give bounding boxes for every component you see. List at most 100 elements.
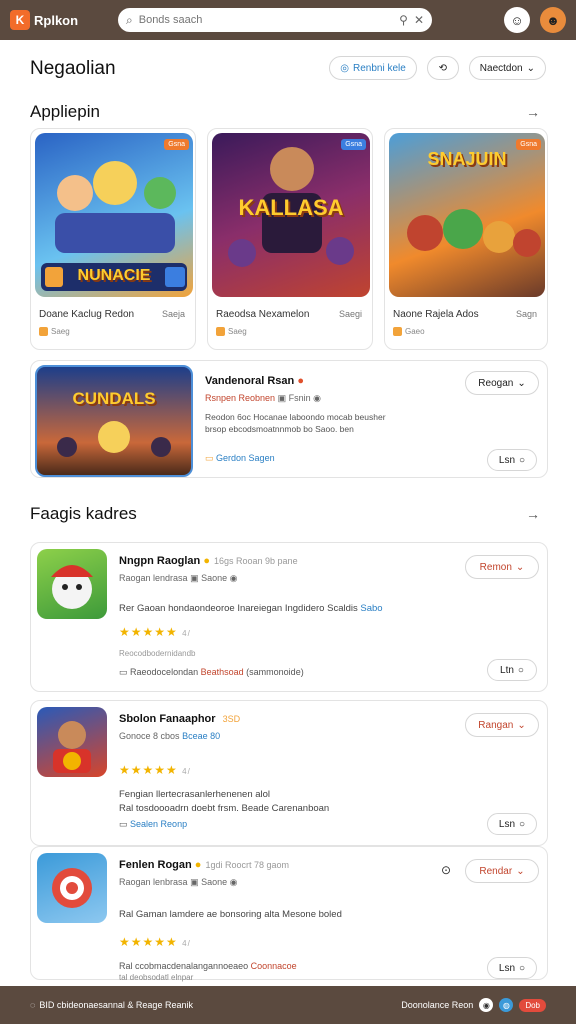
circle-icon: ○ [519, 962, 526, 974]
action-dropdown[interactable]: Rendar ⌄ [465, 859, 539, 883]
app-description: Rer Gaoan hondaondeoroe Inareiegan Ingdi… [119, 603, 383, 614]
art-title: NUNACIE [77, 267, 151, 284]
search-submit-icon[interactable]: ⚲ [399, 13, 408, 27]
search-input[interactable] [138, 14, 394, 26]
circle-icon: ○ [519, 454, 526, 466]
tag-icon [39, 327, 48, 336]
game-name: Naone Rajela Ados [393, 309, 479, 320]
globe-icon[interactable]: ◍ [499, 998, 514, 1012]
app-title: Sbolon Fanaaphor 3SD [119, 713, 241, 725]
circle-icon: ○ [517, 664, 524, 676]
action-dropdown[interactable]: Rangan ⌄ [465, 713, 539, 737]
radio-icon[interactable]: ⊙ [441, 863, 451, 877]
badge: Gsna [516, 139, 541, 150]
search-bar[interactable]: ⌕ ⚲ ✕ [118, 8, 432, 32]
circle-icon: ○ [519, 818, 526, 830]
arrow-right-icon[interactable]: → [526, 104, 540, 120]
chevron-down-icon: ⌄ [526, 62, 535, 74]
top-bar: K Rplkon ⌕ ⚲ ✕ ☺ ☻ [0, 0, 576, 40]
info-icon[interactable]: ◉ [479, 998, 494, 1012]
tag-icon [216, 327, 225, 336]
app-footer: Ral ccobmacdenalangannoeaeo Coonnacoe [119, 961, 297, 971]
game-meta: Sagn [515, 309, 537, 319]
rating-stars: ★★★★★ 4/ [119, 763, 191, 777]
chat-icon: ◌ [30, 1000, 36, 1010]
game-artwork: CUNDALS [35, 365, 193, 477]
flag-icon: ▣ [190, 573, 199, 583]
badge: Gsna [341, 139, 366, 150]
game-artwork-illustration [57, 421, 171, 457]
app-description: Ral Gaman lamdere ae bonsoring alta Meso… [119, 909, 342, 920]
small-button[interactable]: Ltn ○ [487, 659, 537, 681]
app-description-2: Ral tosdoooadrn doebt frsm. Beade Carena… [119, 803, 330, 814]
arrow-right-icon[interactable]: → [526, 506, 540, 522]
notification-badge[interactable]: Dob [519, 998, 546, 1012]
wide-game-card[interactable]: CUNDALS Vandenoral Rsan ● Rsnpen Reobnen… [30, 360, 548, 478]
app-title: Fenlen Rogan ● 1gdi Roocrt 78 gaom [119, 859, 290, 871]
game-artwork: NUNACIE [35, 133, 193, 297]
small-button[interactable]: Lsn ○ [487, 957, 537, 979]
rating-stars: ★★★★★ 4/ [119, 935, 191, 949]
footer-right-text: Doonolance Reon [401, 1000, 474, 1010]
app-title: Nngpn Raoglan ● 16gs Rooan 9b pane [119, 555, 298, 567]
app-icon [37, 853, 107, 923]
fire-icon: ● [297, 375, 304, 387]
list-item[interactable]: Nngpn Raoglan ● 16gs Rooan 9b pane Raogan… [30, 542, 548, 692]
chevron-down-icon: ⌄ [517, 377, 526, 389]
app-logo[interactable]: K Rplkon [10, 10, 110, 30]
chevron-down-icon: ⌄ [517, 719, 526, 731]
featured-card[interactable]: SNAJUIN Gsna Naone Rajela Ados Sagn Gaeo [384, 128, 548, 350]
action-dropdown[interactable]: Reogan ⌄ [465, 371, 539, 395]
share-icon: ⟲ [438, 62, 447, 74]
game-meta: Saeja [161, 309, 185, 319]
info-icon: ◉ [229, 573, 238, 583]
list-item[interactable]: Fenlen Rogan ● 1gdi Roocrt 78 gaom Raogan… [30, 846, 548, 982]
app-subtitle: Raogan lenbrasa ▣ Saone ◉ [119, 877, 238, 887]
game-sub: Saeg [216, 327, 247, 336]
close-icon[interactable]: ✕ [414, 13, 424, 27]
game-subtitle: Rsnpen Reobnen ▣ Fsnin ◉ [205, 393, 321, 403]
flag-icon: ▣ [190, 877, 199, 887]
game-link[interactable]: ▭ Gerdon Sagen [205, 453, 275, 464]
featured-card[interactable]: KALLASA Gsna Raeodsa Nexamelon Saegi Sae… [207, 128, 373, 350]
list-item[interactable]: Sbolon Fanaaphor 3SD Gonoce 8 cbos Bceae… [30, 700, 548, 846]
folder-icon: ▭ [119, 819, 128, 829]
game-title: Vandenoral Rsan ● [205, 375, 304, 387]
game-name: Doane Kaclug Redon [39, 309, 135, 320]
game-description: Reodon 6oc Hocanae laboondo mocab beushe… [205, 412, 386, 434]
art-title: SNAJUIN [427, 149, 507, 169]
sort-dropdown[interactable]: Naectdon ⌄ [468, 56, 546, 80]
app-subtitle: Gonoce 8 cbos Bceae 80 [119, 731, 221, 741]
footer-text: BID cbideonaesannal & Reage Reanik [39, 1000, 193, 1010]
avatar[interactable]: ☺ [504, 7, 530, 33]
folder-icon: ▭ [119, 667, 128, 677]
chevron-down-icon: ⌄ [516, 865, 525, 877]
chat-icon: ◎ [340, 62, 349, 74]
badge: Gsna [164, 139, 189, 150]
small-button[interactable]: Lsn ○ [487, 449, 537, 471]
action-dropdown[interactable]: Remon ⌄ [465, 555, 539, 579]
profile-avatar[interactable]: ☻ [540, 7, 566, 33]
section-title-applications: Appliepin [30, 102, 100, 121]
app-footer: ▭ Raeodocelondan Beathsoad (sammonoide) [119, 667, 304, 677]
app-subtitle: Raogan lendrasa ▣ Saone ◉ [119, 573, 238, 583]
small-button[interactable]: Lsn ○ [487, 813, 537, 835]
share-button[interactable]: ⟲ [426, 56, 459, 80]
game-name: Raeodsa Nexamelon [216, 309, 310, 320]
tag-icon [393, 327, 402, 336]
game-artwork: KALLASA [212, 133, 370, 297]
mascot-illustration [51, 565, 93, 609]
page-title: Negaolian [30, 58, 116, 79]
logo-text: Rplkon [34, 12, 79, 28]
art-title: KALLASA [238, 195, 344, 220]
art-title: CUNDALS [72, 389, 156, 408]
featured-card[interactable]: NUNACIE Gsna Doane Kaclug Redon Saeja Sa… [30, 128, 196, 350]
game-sub: Gaeo [393, 327, 425, 336]
chevron-down-icon: ⌄ [515, 561, 525, 573]
recent-button[interactable]: ◎ Renbni kele [329, 56, 417, 80]
search-icon: ⌕ [126, 12, 133, 27]
app-description: Fengian llertecrasanlerhenenen alol [119, 789, 271, 800]
app-link[interactable]: ▭ Sealen Reonp [119, 819, 187, 830]
game-meta: Saegi [338, 309, 362, 319]
folder-icon: ▭ [205, 453, 214, 463]
